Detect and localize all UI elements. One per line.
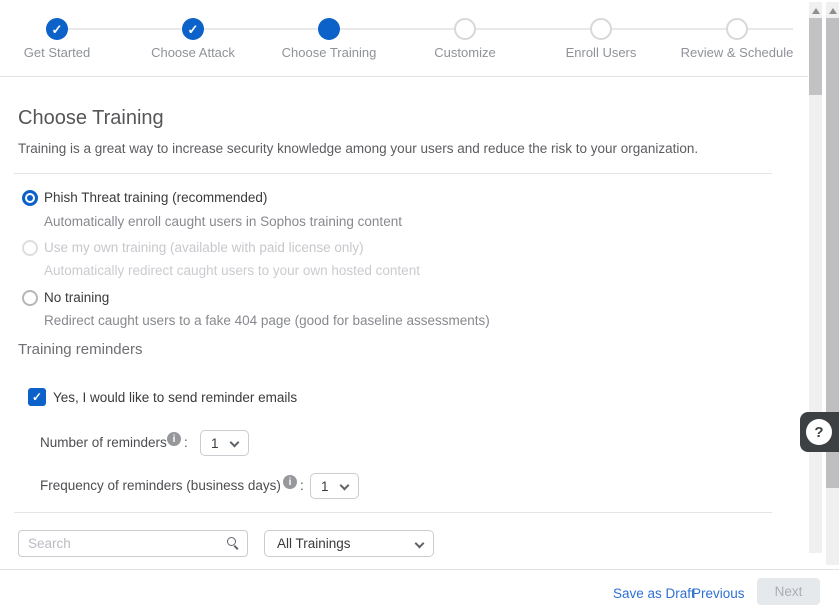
number-of-reminders-select[interactable]: 1: [200, 430, 249, 456]
reminder-emails-checkbox[interactable]: ✓: [28, 388, 46, 406]
step-label: Customize: [397, 45, 533, 60]
step-choose-training[interactable]: Choose Training: [261, 0, 397, 60]
check-icon: ✓: [52, 23, 63, 36]
scroll-up-icon[interactable]: [829, 8, 837, 14]
step-active-icon: [318, 18, 340, 40]
step-enroll-users: Enroll Users: [533, 0, 669, 60]
step-upcoming-icon: [454, 18, 476, 40]
search-input[interactable]: [28, 531, 218, 556]
scroll-up-icon[interactable]: [812, 8, 820, 14]
option-label[interactable]: No training: [44, 290, 109, 305]
step-customize: Customize: [397, 0, 533, 60]
question-mark-icon: ?: [806, 419, 832, 445]
step-upcoming-icon: [590, 18, 612, 40]
save-as-draft-link[interactable]: Save as Draft: [613, 586, 695, 601]
step-label: Choose Training: [261, 45, 397, 60]
chevron-down-icon: [230, 438, 240, 448]
label-separator: :: [300, 478, 304, 493]
page-intro: Training is a great way to increase secu…: [18, 141, 698, 156]
frequency-of-reminders-select[interactable]: 1: [310, 473, 359, 499]
check-icon: ✓: [32, 391, 42, 403]
frequency-of-reminders-label: Frequency of reminders (business days): [40, 478, 281, 493]
selected-value: 1: [321, 479, 329, 494]
training-reminders-title: Training reminders: [18, 341, 143, 358]
option-label: Use my own training (available with paid…: [44, 240, 364, 255]
page-title: Choose Training: [18, 107, 164, 130]
training-filter-select[interactable]: All Trainings: [264, 530, 434, 557]
chevron-down-icon: [340, 481, 350, 491]
step-label: Get Started: [0, 45, 125, 60]
wizard-footer: Save as Draft Previous Next: [0, 569, 839, 608]
reminder-emails-label[interactable]: Yes, I would like to send reminder email…: [53, 390, 297, 405]
step-choose-attack[interactable]: ✓ Choose Attack: [125, 0, 261, 60]
outer-scrollbar[interactable]: [826, 2, 839, 565]
step-label: Choose Attack: [125, 45, 261, 60]
phish-threat-wizard: ✓ Get Started ✓ Choose Attack Choose Tra…: [0, 0, 839, 608]
chevron-down-icon: [415, 539, 425, 549]
step-completed-icon: ✓: [46, 18, 68, 40]
radio-no-training[interactable]: [22, 290, 38, 306]
option-description: Automatically redirect caught users to y…: [44, 263, 420, 278]
check-icon: ✓: [188, 23, 199, 36]
step-review-schedule: Review & Schedule: [669, 0, 805, 60]
option-description: Redirect caught users to a fake 404 page…: [44, 313, 490, 328]
option-description: Automatically enroll caught users in Sop…: [44, 214, 402, 229]
radio-selected-dot: [27, 195, 33, 201]
number-of-reminders-label: Number of reminders: [40, 435, 167, 450]
wizard-stepper: ✓ Get Started ✓ Choose Attack Choose Tra…: [0, 0, 808, 77]
previous-link[interactable]: Previous: [692, 586, 745, 601]
selected-value: All Trainings: [277, 536, 351, 551]
inner-scrollbar[interactable]: [809, 2, 822, 553]
option-label[interactable]: Phish Threat training (recommended): [44, 190, 267, 205]
divider: [14, 512, 772, 513]
info-icon[interactable]: i: [167, 432, 181, 446]
step-label: Review & Schedule: [669, 45, 805, 60]
step-completed-icon: ✓: [182, 18, 204, 40]
training-search: [18, 530, 248, 557]
radio-own-training: [22, 240, 38, 256]
scrollbar-thumb[interactable]: [809, 18, 822, 95]
info-icon[interactable]: i: [283, 475, 297, 489]
help-button[interactable]: ?: [800, 412, 839, 452]
label-separator: :: [184, 435, 188, 450]
selected-value: 1: [211, 436, 219, 451]
search-icon[interactable]: [227, 537, 236, 546]
next-button[interactable]: Next: [757, 578, 820, 605]
step-get-started[interactable]: ✓ Get Started: [0, 0, 125, 60]
step-label: Enroll Users: [533, 45, 669, 60]
step-upcoming-icon: [726, 18, 748, 40]
divider: [14, 173, 772, 174]
radio-phish-threat-training[interactable]: [22, 190, 38, 206]
